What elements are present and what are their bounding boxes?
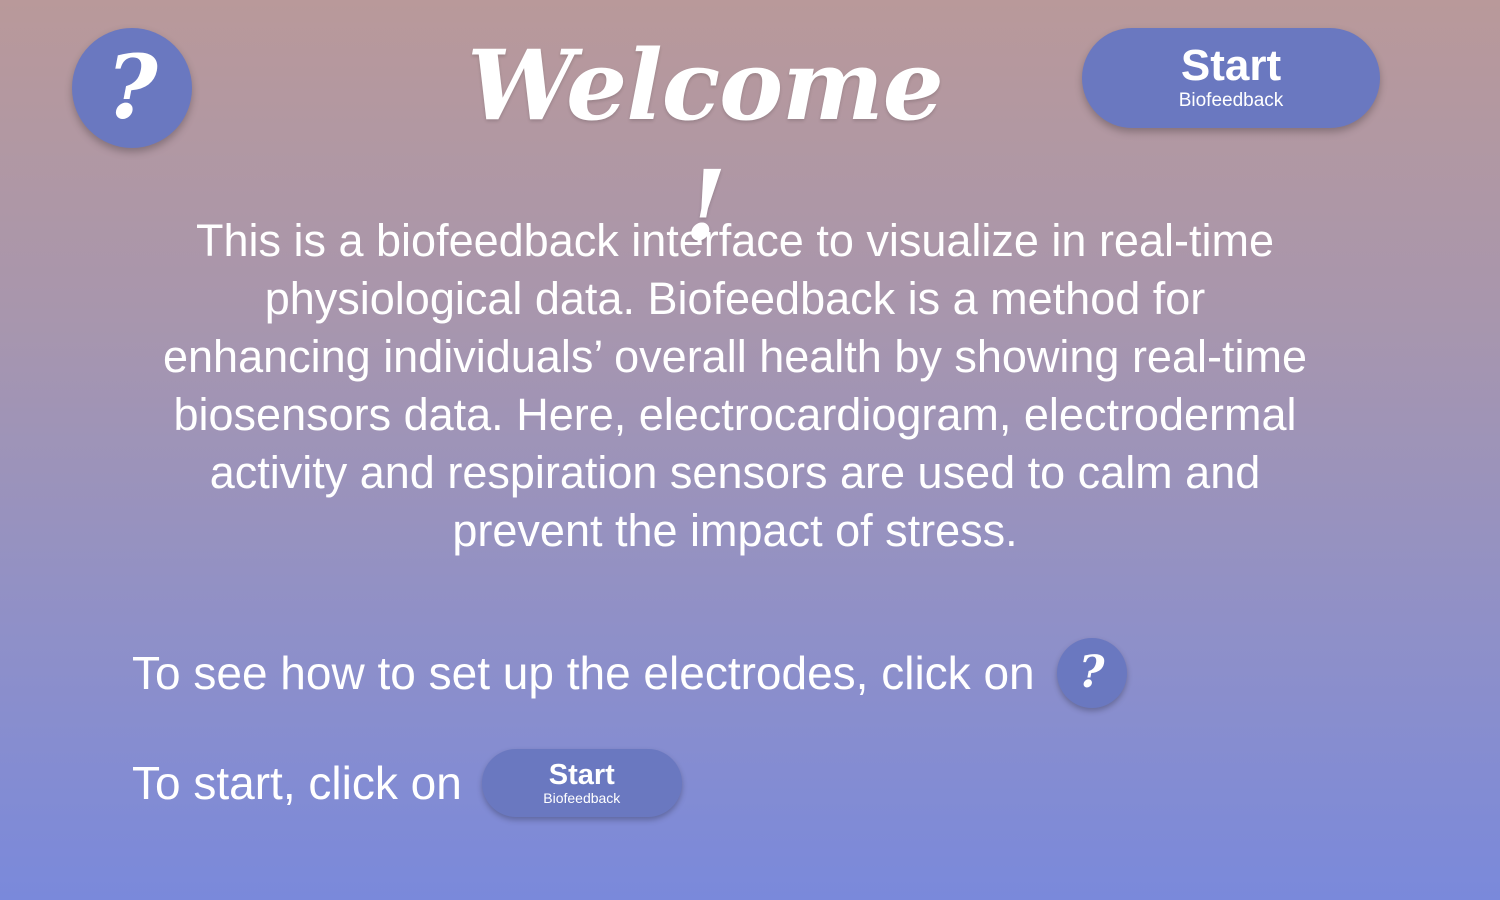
electrodes-instruction: To see how to set up the electrodes, cli…: [132, 636, 1127, 710]
description-text: This is a biofeedback interface to visua…: [163, 215, 1307, 556]
electrodes-help-button[interactable]: ?: [1056, 638, 1127, 708]
electrodes-instruction-text: To see how to set up the electrodes, cli…: [132, 647, 1035, 699]
question-mark-icon: ?: [106, 35, 158, 139]
start-button-label: Start: [1180, 41, 1282, 90]
start-instruction: To start, click on Start Biofeedback: [132, 748, 682, 818]
start-instruction-text: To start, click on: [132, 757, 462, 809]
start-button-sublabel: Biofeedback: [1178, 90, 1284, 111]
inline-start-button-label: Start: [548, 759, 615, 791]
inline-start-biofeedback-button[interactable]: Start Biofeedback: [481, 749, 682, 817]
help-button[interactable]: ?: [72, 28, 192, 148]
inline-start-button-sublabel: Biofeedback: [543, 790, 621, 806]
question-mark-icon: ?: [1078, 647, 1105, 698]
start-biofeedback-button[interactable]: Start Biofeedback: [1082, 28, 1380, 128]
